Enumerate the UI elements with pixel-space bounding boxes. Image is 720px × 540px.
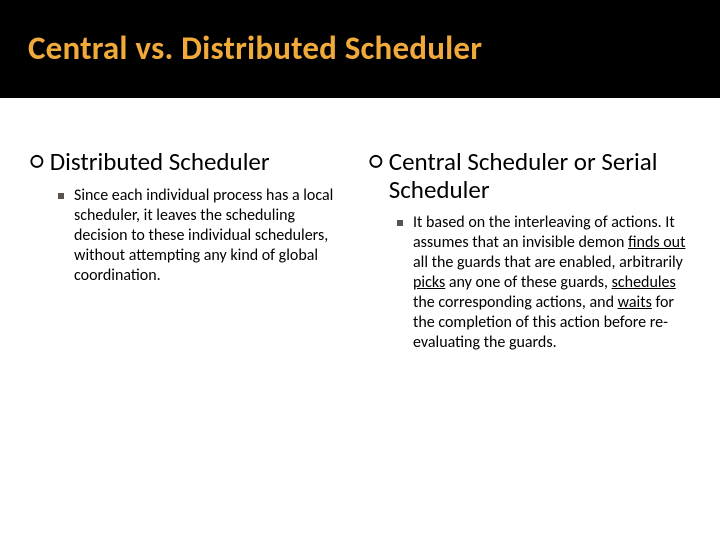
right-column: ○ Central Scheduler or Serial Scheduler … xyxy=(369,148,690,353)
circle-bullet-icon: ○ xyxy=(30,148,44,174)
left-body-row: Since each individual process has a loca… xyxy=(30,186,351,286)
left-heading: Distributed Scheduler xyxy=(50,148,270,176)
square-bullet-icon xyxy=(58,193,64,199)
right-heading-row: ○ Central Scheduler or Serial Scheduler xyxy=(369,148,690,203)
left-heading-row: ○ Distributed Scheduler xyxy=(30,148,351,176)
title-band: Central vs. Distributed Scheduler xyxy=(0,0,720,98)
right-body-row: It based on the interleaving of actions.… xyxy=(369,213,690,353)
right-heading: Central Scheduler or Serial Scheduler xyxy=(389,148,690,203)
right-body-text: It based on the interleaving of actions.… xyxy=(413,213,690,353)
content-columns: ○ Distributed Scheduler Since each indiv… xyxy=(0,98,720,353)
left-body-text: Since each individual process has a loca… xyxy=(74,186,351,286)
circle-bullet-icon: ○ xyxy=(369,148,383,174)
left-column: ○ Distributed Scheduler Since each indiv… xyxy=(30,148,351,353)
square-bullet-icon xyxy=(397,220,403,226)
slide-title: Central vs. Distributed Scheduler xyxy=(28,28,692,68)
